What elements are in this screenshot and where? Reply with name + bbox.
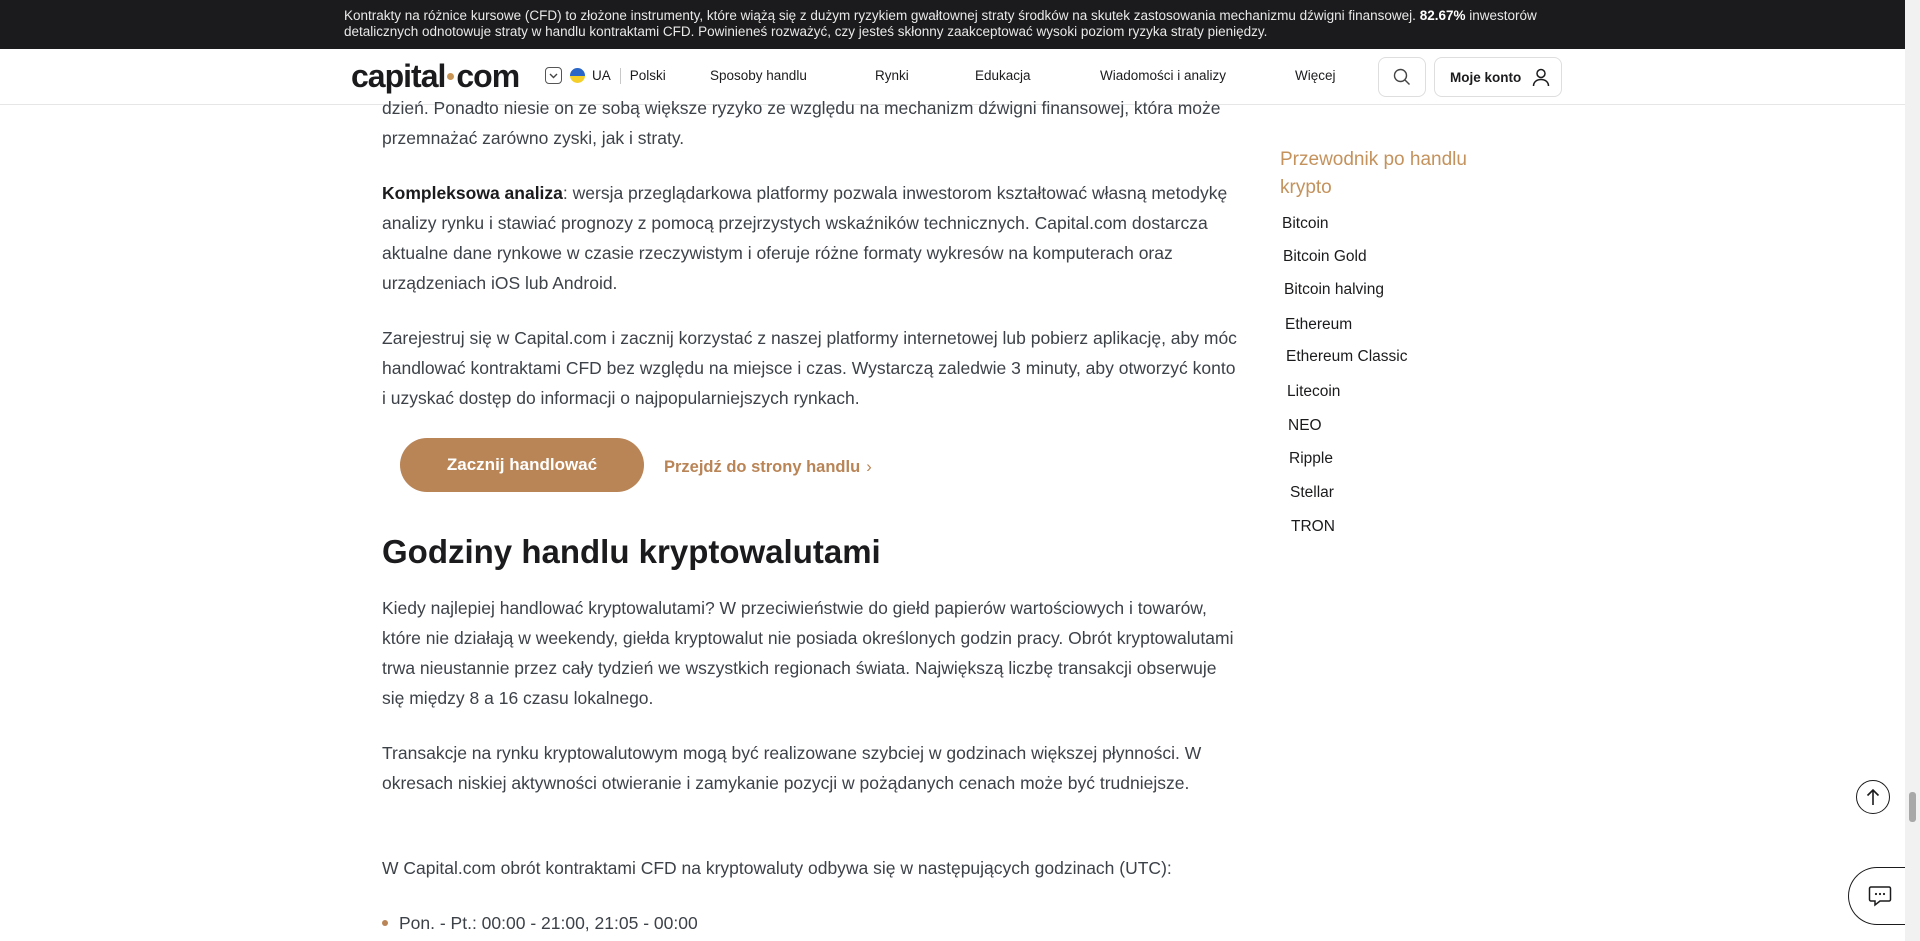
article-paragraph: Zarejestruj się w Capital.com i zacznij …	[382, 328, 1237, 408]
chat-icon	[1868, 886, 1891, 907]
article-paragraph: W Capital.com obrót kontraktami CFD na k…	[382, 858, 1172, 878]
list-item: Pon. - Pt.: 00:00 - 21:00, 21:05 - 00:00	[382, 908, 698, 938]
chevron-down-icon[interactable]	[545, 67, 562, 84]
nav-more[interactable]: Więcej	[1295, 68, 1336, 83]
chevron-right-icon: ›	[866, 458, 872, 476]
bullet-dot	[382, 919, 388, 926]
sidebar-item-ethereum[interactable]: Ethereum	[1285, 316, 1352, 334]
nav-markets[interactable]: Rynki	[875, 68, 909, 83]
account-label: Moje konto	[1450, 69, 1522, 85]
risk-text-start: Kontrakty na różnice kursowe (CFD) to zł…	[344, 8, 1420, 23]
sidebar-item-tron[interactable]: TRON	[1291, 518, 1335, 536]
my-account-button[interactable]: Moje konto	[1434, 57, 1562, 97]
nav-news-analysis[interactable]: Wiadomości i analizy	[1100, 68, 1226, 83]
sidebar-item-stellar[interactable]: Stellar	[1290, 484, 1334, 502]
page-scrollbar[interactable]	[1905, 0, 1920, 941]
logo-text-right: com	[456, 58, 520, 94]
article-paragraph: Kiedy najlepiej handlować kryptowalutami…	[382, 598, 1234, 708]
sidebar-item-bitcoin-halving[interactable]: Bitcoin halving	[1284, 281, 1384, 299]
nav-education[interactable]: Edukacja	[975, 68, 1031, 83]
sidebar-item-neo[interactable]: NEO	[1288, 417, 1322, 435]
section-heading: Godziny handlu kryptowalutami	[382, 533, 881, 570]
language-selector[interactable]: UA Polski	[545, 67, 666, 84]
arrow-up-icon	[1866, 788, 1880, 805]
scroll-to-top-button[interactable]	[1856, 780, 1890, 814]
sidebar-item-ethereum-classic[interactable]: Ethereum Classic	[1286, 348, 1407, 366]
divider	[619, 67, 621, 84]
logo-text-left: capital	[351, 58, 446, 94]
risk-percent: 82.67%	[1419, 8, 1466, 23]
article-paragraph: Transakcje na rynku kryptowalutowym mogą…	[382, 743, 1202, 793]
region-code: UA	[592, 68, 611, 83]
article-paragraph: Kompleksowa analiza: wersja przeglądarko…	[382, 178, 1238, 298]
sidebar-item-bitcoin[interactable]: Bitcoin	[1282, 215, 1329, 233]
bold-term: Kompleksowa analiza	[382, 183, 563, 203]
article-paragraph: dzień. Ponadto niesie on ze sobą większe…	[382, 98, 1221, 148]
logo-dot-icon	[447, 73, 455, 81]
nav-ways-to-trade[interactable]: Sposoby handlu	[710, 68, 807, 83]
list-item-text: Pon. - Pt.: 00:00 - 21:00, 21:05 - 00:00	[399, 913, 698, 933]
search-icon	[1393, 68, 1410, 85]
start-trading-button[interactable]: Zacznij handlować	[400, 438, 644, 492]
search-button[interactable]	[1378, 57, 1426, 97]
go-to-trading-link[interactable]: Przejdź do strony handlu ›	[664, 458, 872, 477]
user-icon	[1533, 68, 1550, 87]
sidebar-item-bitcoin-gold[interactable]: Bitcoin Gold	[1283, 248, 1367, 266]
sidebar-title: Przewodnik po handlu krypto	[1280, 149, 1467, 198]
sidebar-item-litecoin[interactable]: Litecoin	[1287, 383, 1340, 401]
sidebar-item-ripple[interactable]: Ripple	[1289, 450, 1333, 468]
capital-logo[interactable]: capital com	[351, 57, 520, 95]
ukraine-flag-icon	[570, 68, 585, 83]
risk-warning-banner: Kontrakty na różnice kursowe (CFD) to zł…	[0, 0, 1905, 49]
scrollbar-thumb[interactable]	[1909, 792, 1916, 822]
risk-warning-text: Kontrakty na różnice kursowe (CFD) to zł…	[344, 8, 1544, 40]
language-label: Polski	[629, 68, 666, 83]
link-label: Przejdź do strony handlu	[664, 458, 861, 476]
chat-button[interactable]	[1848, 867, 1910, 925]
